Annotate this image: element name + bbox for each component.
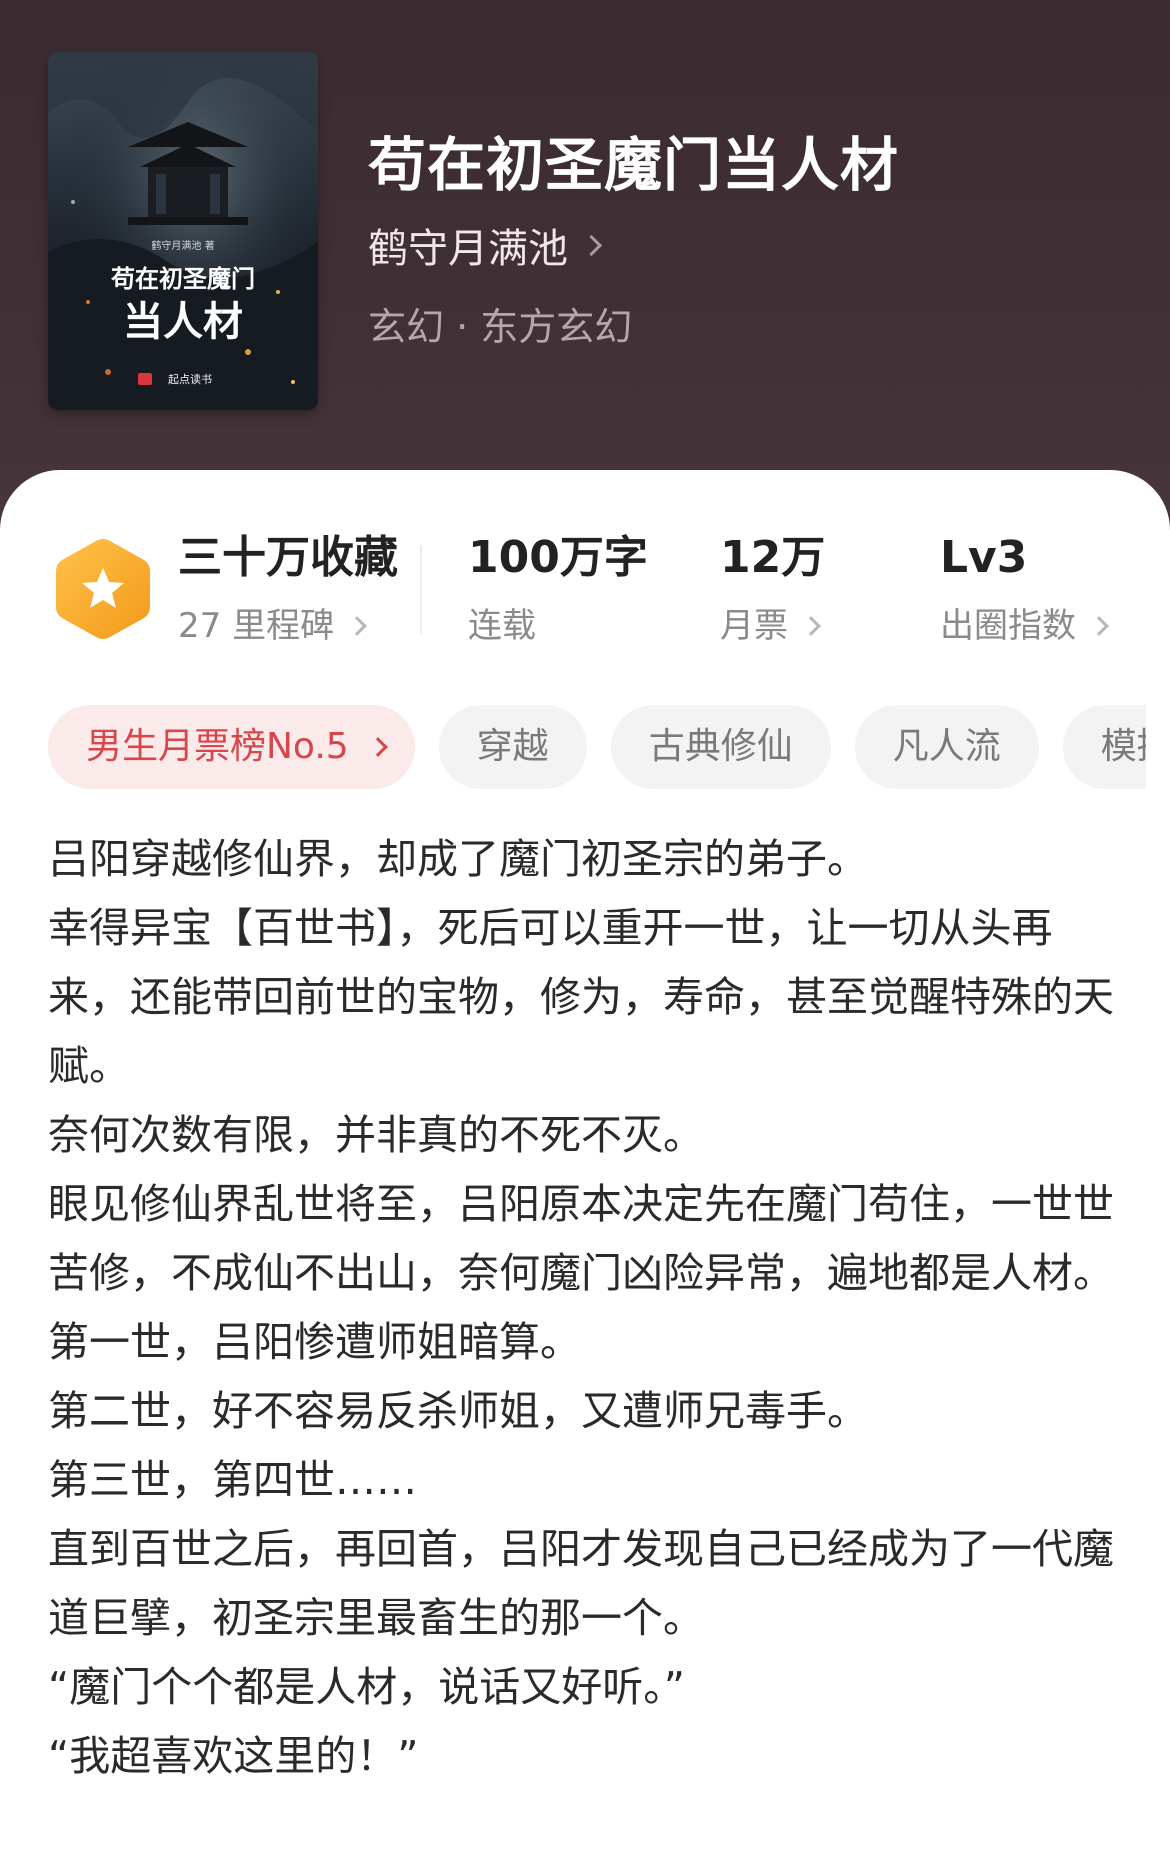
book-cover-image[interactable]: 鹤守月满池 著 苟在初圣魔门 当人材 起点读书 <box>48 52 318 410</box>
description-paragraph: 吕阳穿越修仙界，却成了魔门初圣宗的弟子。 <box>48 835 868 883</box>
tag-ranking[interactable]: 男生月票榜No.5 <box>48 705 415 789</box>
star-badge-icon <box>56 539 150 639</box>
tag-list: 男生月票榜No.5 穿越 古典修仙 凡人流 模拟 <box>48 705 1146 789</box>
tag-item[interactable]: 古典修仙 <box>610 705 831 789</box>
tag-item[interactable]: 凡人流 <box>854 705 1039 789</box>
description-paragraph: 眼见修仙界乱世将至，吕阳原本决定先在魔门苟住，一世世苦修，不成仙不出山，奈何魔门… <box>48 1180 1114 1297</box>
author-link[interactable]: 鹤守月满池 <box>368 216 603 274</box>
author-name: 鹤守月满池 <box>368 226 568 272</box>
cover-byline: 鹤守月满池 著 <box>151 239 214 252</box>
collections-value: 三十万收藏 <box>178 532 398 583</box>
chevron-right-icon <box>580 234 603 256</box>
description-paragraph: 第三世，第四世…… <box>48 1456 417 1504</box>
description-paragraph: 第二世，好不容易反杀师姐，又遭师兄毒手。 <box>48 1387 868 1435</box>
popularity-index-label: 出圈指数 <box>940 606 1076 646</box>
monthly-tickets-stat[interactable]: 12万 月票 <box>720 530 825 648</box>
chevron-right-icon <box>367 737 388 757</box>
popularity-level-value: Lv3 <box>940 532 1028 583</box>
description-paragraph: “魔门个个都是人材，说话又好听。” <box>48 1663 685 1711</box>
cover-title-line2: 当人材 <box>123 298 243 345</box>
description-paragraph: 幸得异宝【百世书】，死后可以重开一世，让一切从头再来，还能带回前世的宝物，修为，… <box>48 904 1114 1090</box>
book-genre: 玄幻 · 东方玄幻 <box>368 305 633 349</box>
description-paragraph: 奈何次数有限，并非真的不死不灭。 <box>48 1111 704 1159</box>
milestones-label: 27 里程碑 <box>178 606 335 646</box>
cover-art: 鹤守月满池 著 苟在初圣魔门 当人材 起点读书 <box>48 52 318 410</box>
monthly-tickets-label: 月票 <box>720 606 788 646</box>
stats-divider <box>420 545 422 635</box>
word-count-stat: 100万字 连载 <box>468 530 648 648</box>
popularity-index-stat[interactable]: Lv3 出圈指数 <box>940 530 1109 648</box>
description-paragraph: 直到百世之后，再回首，吕阳才发现自己已经成为了一代魔道巨擘，初圣宗里最畜生的那一… <box>48 1525 1114 1642</box>
serial-status-label: 连载 <box>468 606 536 646</box>
tag-ranking-label: 男生月票榜No.5 <box>86 726 349 767</box>
book-header: 鹤守月满池 著 苟在初圣魔门 当人材 起点读书 苟在初圣魔门当人材 鹤守月满池 … <box>0 0 1170 520</box>
chevron-right-icon <box>1089 616 1109 636</box>
chevron-right-icon <box>347 616 367 636</box>
tag-item[interactable]: 穿越 <box>438 705 587 789</box>
monthly-tickets-value: 12万 <box>720 532 826 583</box>
collections-stat[interactable]: 三十万收藏 27 里程碑 <box>178 530 398 648</box>
book-title: 苟在初圣魔门当人材 <box>368 131 900 199</box>
description-paragraph: 第一世，吕阳惨遭师姐暗算。 <box>48 1318 581 1366</box>
word-count-value: 100万字 <box>468 532 648 583</box>
tag-item[interactable]: 模拟 <box>1062 705 1146 789</box>
publisher-logo-icon <box>138 373 152 385</box>
cover-publisher: 起点读书 <box>168 372 212 386</box>
book-description: 吕阳穿越修仙界，却成了魔门初圣宗的弟子。 幸得异宝【百世书】，死后可以重开一世，… <box>48 825 1128 1791</box>
description-paragraph: “我超喜欢这里的！” <box>48 1732 419 1780</box>
chevron-right-icon <box>801 616 821 636</box>
cover-title-line1: 苟在初圣魔门 <box>110 264 255 293</box>
